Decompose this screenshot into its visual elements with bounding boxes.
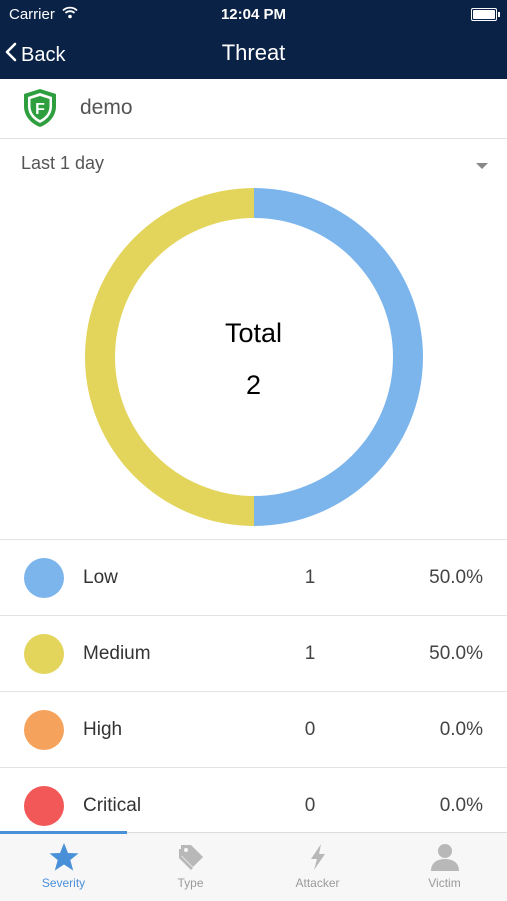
severity-donut-chart: Total 2: [0, 180, 507, 540]
tab-label: Severity: [41, 876, 86, 890]
tab-victim[interactable]: Victim: [381, 833, 507, 901]
legend-row-medium[interactable]: Medium 1 50.0%: [0, 616, 507, 692]
header: Carrier 12:04 PM Back Threat: [0, 0, 507, 79]
tab-label: Victim: [428, 876, 461, 890]
org-row[interactable]: F demo: [0, 79, 507, 139]
caret-down-icon: [476, 163, 488, 169]
tab-label: Type: [177, 876, 204, 890]
legend-percent: 50.0%: [429, 567, 483, 588]
nav-bar: Back Threat: [0, 30, 507, 78]
legend-percent: 0.0%: [439, 719, 483, 740]
battery-icon: [471, 8, 500, 21]
donut-svg: [85, 188, 423, 526]
legend-label: Low: [83, 567, 118, 588]
medium-color-dot: [24, 634, 64, 674]
legend-label: Medium: [83, 643, 151, 664]
legend-count: 1: [304, 567, 316, 588]
chart-center-label: Total: [224, 318, 283, 348]
star-icon: [0, 842, 127, 872]
logo-letter: F: [35, 101, 45, 118]
legend-percent: 0.0%: [439, 795, 483, 816]
legend-label: High: [83, 719, 123, 740]
status-time: 12:04 PM: [220, 6, 287, 23]
donut-slice-low: [254, 188, 423, 526]
legend-percent: 50.0%: [429, 643, 483, 664]
critical-color-dot: [24, 786, 64, 826]
tab-label: Attacker: [295, 876, 340, 890]
chart-total-value: 2: [245, 370, 262, 400]
range-selected-value: Last 1 day: [21, 153, 105, 173]
tab-severity[interactable]: Severity: [0, 833, 127, 901]
severity-legend: Low 1 50.0% Medium 1 50.0% High 0 0.0% C…: [0, 539, 507, 843]
legend-count: 1: [304, 643, 316, 664]
tag-icon: [127, 842, 254, 872]
tab-type[interactable]: Type: [127, 833, 254, 901]
donut-slice-medium: [85, 188, 254, 526]
shield-logo-icon: F: [22, 88, 58, 133]
legend-count: 0: [304, 719, 316, 740]
page-title: Threat: [221, 40, 286, 65]
low-color-dot: [24, 558, 64, 598]
lightning-icon: [254, 842, 381, 872]
org-name: demo: [80, 96, 133, 119]
legend-row-low[interactable]: Low 1 50.0%: [0, 540, 507, 616]
legend-row-high[interactable]: High 0 0.0%: [0, 692, 507, 768]
high-color-dot: [24, 710, 64, 750]
user-icon: [381, 842, 507, 872]
tab-attacker[interactable]: Attacker: [254, 833, 381, 901]
tab-bar: Severity Type Attacker Victim: [0, 831, 507, 901]
legend-count: 0: [304, 795, 316, 816]
status-bar: Carrier 12:04 PM: [0, 0, 507, 28]
legend-label: Critical: [83, 795, 142, 816]
